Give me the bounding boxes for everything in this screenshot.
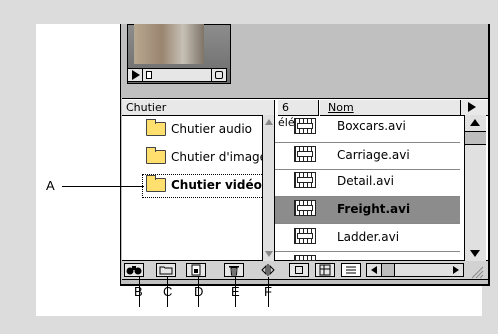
bin-item-video[interactable]: Chutier vidéo [171,178,263,192]
header-divider [318,100,319,116]
bin-column-title: Chutier [126,101,167,114]
file-item-detail[interactable]: Detail.avi [337,174,394,188]
film-icon [294,200,316,216]
folder-icon [146,119,166,136]
callout-label-a: A [46,178,55,193]
new-bin-button[interactable] [156,263,176,277]
window-left-edge [120,24,121,286]
pane-divider [274,100,275,261]
delete-button[interactable] [224,263,244,277]
row-separator [275,196,460,197]
film-icon [294,146,316,162]
scroll-up-icon [265,119,273,125]
thumbnail-view-icon [319,264,331,276]
bin-scrollbar[interactable] [262,115,274,261]
film-icon [294,228,316,244]
row-separator [275,169,460,170]
pane-resize-handle[interactable] [260,263,276,277]
bin-item-image[interactable]: Chutier d'image [171,150,263,164]
row-separator [275,142,460,143]
file-item-ladder[interactable]: Ladder.avi [337,230,399,244]
thumbnail-view-button[interactable] [315,263,335,277]
preview-image [134,24,204,64]
binoculars-icon [126,266,142,275]
resize-grip-icon [471,266,484,279]
icon-view-icon [295,266,303,274]
file-item-carriage[interactable]: Carriage.avi [337,148,410,162]
file-item-boxcars[interactable]: Boxcars.avi [337,119,406,133]
scroll-right-icon [453,266,459,274]
horizontal-scrollbar[interactable] [366,263,464,277]
play-button[interactable] [127,68,143,82]
new-item-button[interactable] [186,263,206,277]
bin-column-header[interactable]: Chutier [122,100,274,116]
row-separator [275,251,460,252]
find-button[interactable] [124,263,144,277]
figure-panel: Chutier 6 élém. Nom Chutier audio Chutie… [36,24,490,316]
file-scrollbar[interactable] [464,115,486,261]
preview-scrubber[interactable] [142,68,212,82]
folder-icon [146,175,166,192]
callout-line-a [62,186,144,187]
scroll-up-icon [470,119,480,126]
callout-label-e: E [231,284,240,299]
page-notch [0,48,16,100]
name-column-title: Nom [328,101,354,114]
file-item-freight[interactable]: Freight.avi [337,202,410,216]
new-item-icon [191,264,201,276]
icon-view-button[interactable] [289,263,309,277]
scroll-down-icon [470,250,480,257]
scrubber-handle[interactable] [146,71,152,79]
window-resize-grip[interactable] [466,263,486,279]
header-divider-2 [460,100,461,116]
header-arrow-button[interactable] [460,100,488,116]
callout-label-d: D [194,284,204,299]
folder-icon [159,266,173,275]
bin-item-audio[interactable]: Chutier audio [171,122,252,136]
film-icon [294,172,316,188]
count-column-header: 6 élém. [278,100,318,129]
hscroll-thumb[interactable] [381,264,395,276]
scroll-thumb[interactable] [465,131,486,145]
callout-label-b: B [134,284,143,299]
poster-frame-icon [215,71,223,79]
list-view-icon [346,266,356,274]
film-icon [294,118,316,134]
pane-resize-icon [261,264,275,276]
scroll-left-icon [371,266,377,274]
callout-label-f: F [264,284,272,299]
play-icon [132,70,140,80]
folder-icon [146,147,166,164]
list-view-button[interactable] [341,263,361,277]
trash-icon [229,266,239,276]
scroll-down-icon [265,251,273,257]
callout-label-c: C [163,284,173,299]
right-arrow-icon [468,102,476,112]
row-separator [275,223,460,224]
name-column-header[interactable]: Nom [320,100,460,116]
poster-frame-button[interactable] [211,68,227,82]
